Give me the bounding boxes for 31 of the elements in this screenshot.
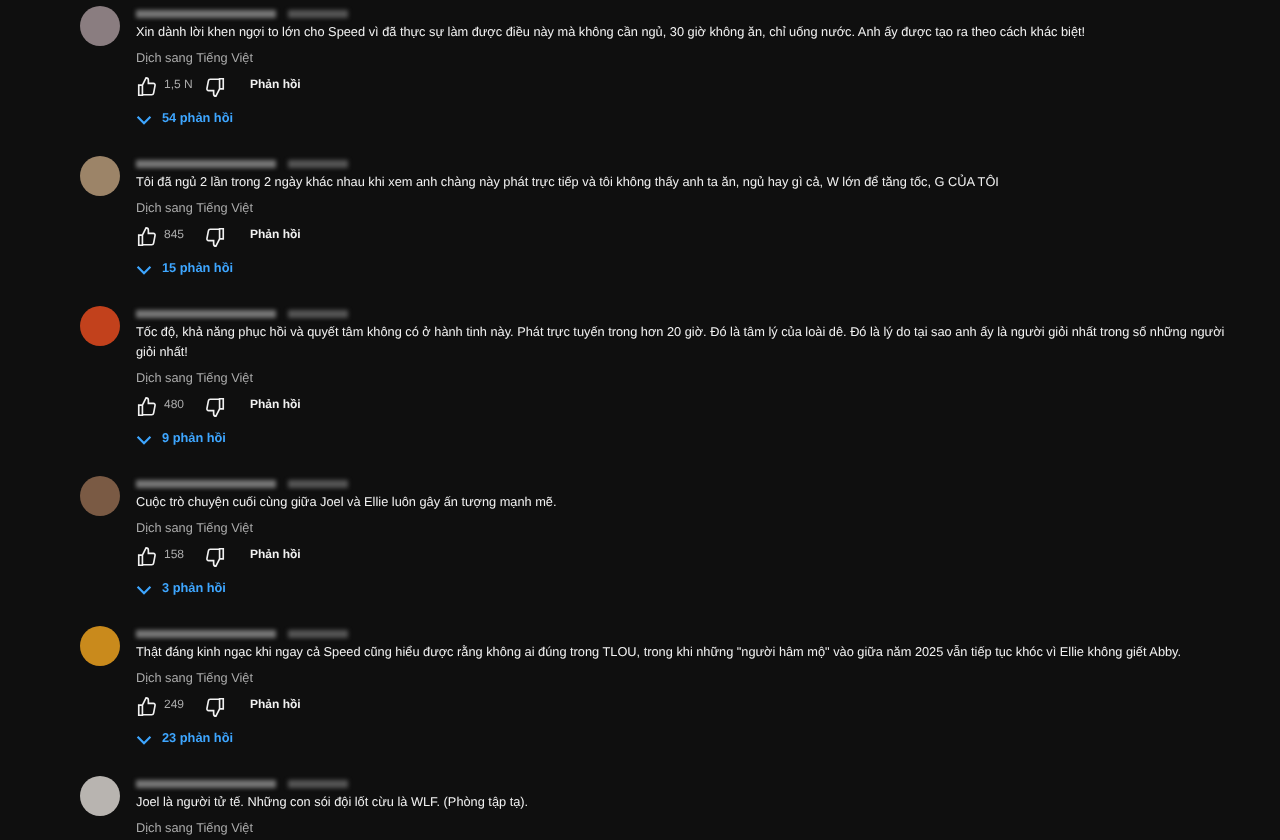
blurred-timestamp bbox=[288, 10, 348, 18]
dislike-icon[interactable] bbox=[204, 545, 226, 567]
avatar[interactable] bbox=[80, 6, 120, 46]
chevron-down-icon bbox=[136, 731, 152, 748]
like-icon[interactable] bbox=[136, 545, 158, 567]
chevron-down-icon bbox=[136, 111, 152, 128]
blurred-username bbox=[136, 310, 276, 318]
avatar[interactable] bbox=[80, 626, 120, 666]
blurred-username bbox=[136, 10, 276, 18]
blurred-timestamp bbox=[288, 630, 348, 638]
dislike-icon[interactable] bbox=[204, 225, 226, 247]
blurred-timestamp bbox=[288, 160, 348, 168]
chevron-down-icon bbox=[136, 581, 152, 598]
dislike-icon[interactable] bbox=[204, 395, 226, 417]
avatar[interactable] bbox=[80, 776, 120, 816]
blurred-username bbox=[136, 630, 276, 638]
like-icon[interactable] bbox=[136, 225, 158, 247]
dislike-icon[interactable] bbox=[204, 75, 226, 97]
blurred-username bbox=[136, 160, 276, 168]
chevron-down-icon bbox=[136, 431, 152, 448]
blurred-timestamp bbox=[288, 310, 348, 318]
blurred-username bbox=[136, 480, 276, 488]
blurred-timestamp bbox=[288, 480, 348, 488]
blurred-timestamp bbox=[288, 780, 348, 788]
like-icon[interactable] bbox=[136, 75, 158, 97]
avatar[interactable] bbox=[80, 156, 120, 196]
blurred-username bbox=[136, 780, 276, 788]
chevron-down-icon bbox=[136, 261, 152, 278]
dislike-icon[interactable] bbox=[204, 695, 226, 717]
like-icon[interactable] bbox=[136, 695, 158, 717]
like-icon[interactable] bbox=[136, 395, 158, 417]
